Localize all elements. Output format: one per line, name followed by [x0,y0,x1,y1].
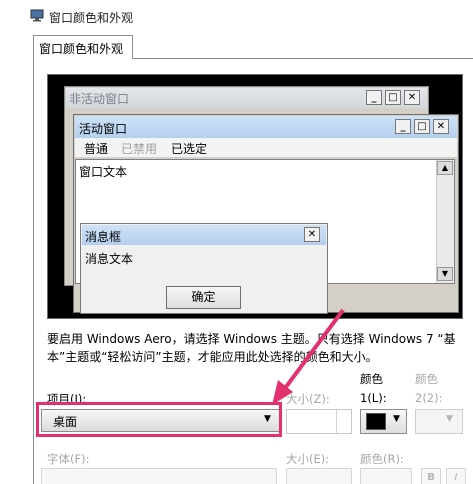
italic-button[interactable]: I [446,468,466,484]
maximize-icon: □ [385,90,401,105]
color2-label-key: 2(2): [415,391,443,405]
tab-label: 窗口颜色和外观 [39,42,124,56]
font-label: 字体(F): [47,452,90,466]
spinner-arrows-icon[interactable] [336,410,350,433]
display-settings-icon [30,9,44,22]
menu-item-normal[interactable]: 普通 [84,140,108,157]
maximize-icon: □ [414,119,430,134]
bold-button[interactable]: B [421,468,441,484]
window-text: 窗口文本 [79,165,128,179]
font-select[interactable] [41,468,277,484]
close-icon: ✕ [433,119,449,134]
scroll-down-icon[interactable]: ▼ [437,267,453,281]
chevron-down-icon: ▼ [393,414,400,424]
chevron-down-icon: ▼ [446,414,453,424]
color1-label: 颜色 [360,372,383,386]
color2-button[interactable] [415,409,463,434]
scroll-up-icon[interactable]: ▲ [437,161,453,175]
preview-scrollbar[interactable] [436,160,454,283]
font-color-button[interactable] [360,468,412,484]
size-label: 大小(Z): [286,392,330,406]
font-size-select[interactable] [286,468,352,484]
highlight-annotation [36,402,282,437]
color1-label-key: 1(L): [360,391,387,405]
menu-item-disabled[interactable]: 已禁用 [121,140,157,157]
close-icon: ✕ [304,227,320,242]
aero-description: 要启用 Windows Aero，请选择 Windows 主题。只有选择 Win… [47,332,456,364]
ok-button[interactable]: 确定 [166,286,241,309]
window-title: 窗口颜色和外观 [49,11,134,25]
font-size-label: 大小(E): [286,452,330,466]
color2-label: 颜色 [415,372,438,386]
color1-swatch [366,413,386,430]
message-text: 消息文本 [85,252,134,266]
minimize-icon: _ [395,119,411,134]
minimize-icon: _ [366,90,382,105]
close-icon: ✕ [404,90,420,105]
active-window-title: 活动窗口 [79,122,128,136]
inactive-window-title: 非活动窗口 [69,92,130,106]
message-box-title: 消息框 [85,230,122,244]
menu-item-selected[interactable]: 已选定 [171,140,207,157]
font-color-label: 颜色(R): [360,452,404,466]
